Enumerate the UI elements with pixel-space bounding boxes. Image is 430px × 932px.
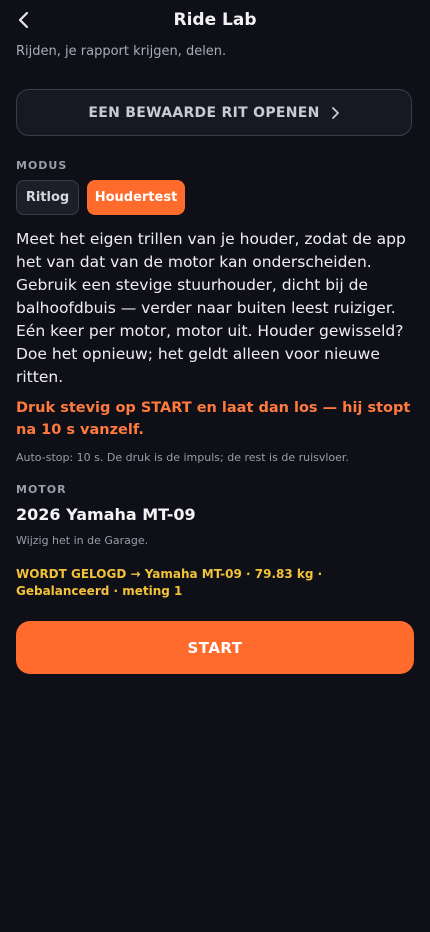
header: Ride Lab (0, 0, 430, 40)
open-saved-ride-button[interactable]: EEN BEWAARDE RIT OPENEN (16, 89, 412, 136)
logging-status: WORDT GELOGD → Yamaha MT-09 · 79.83 kg ·… (16, 567, 323, 598)
auto-stop-hint: Auto-stop: 10 s. De druk is de impuls; d… (16, 451, 349, 464)
page-subtitle: Rijden, je rapport krijgen, delen. (16, 44, 227, 59)
open-saved-ride-label: EEN BEWAARDE RIT OPENEN (88, 104, 320, 121)
garage-hint: Wijzig het in de Garage. (16, 534, 149, 547)
mode-section-label: MODUS (16, 159, 68, 172)
page-title: Ride Lab (173, 10, 257, 30)
instruction-text: Druk stevig op START en laat dan los — h… (16, 400, 411, 438)
mode-tabs: Ritlog Houdertest (16, 180, 185, 215)
motor-section-label: MOTOR (16, 483, 67, 496)
chevron-right-icon (331, 106, 339, 119)
motor-name: 2026 Yamaha MT-09 (16, 505, 196, 524)
start-button-label: START (187, 638, 243, 657)
tab-houdertest[interactable]: Houdertest (87, 180, 185, 215)
description-text: Meet het eigen trillen van je houder, zo… (16, 230, 406, 386)
tab-ritlog[interactable]: Ritlog (16, 180, 79, 215)
start-button[interactable]: START (16, 621, 414, 674)
